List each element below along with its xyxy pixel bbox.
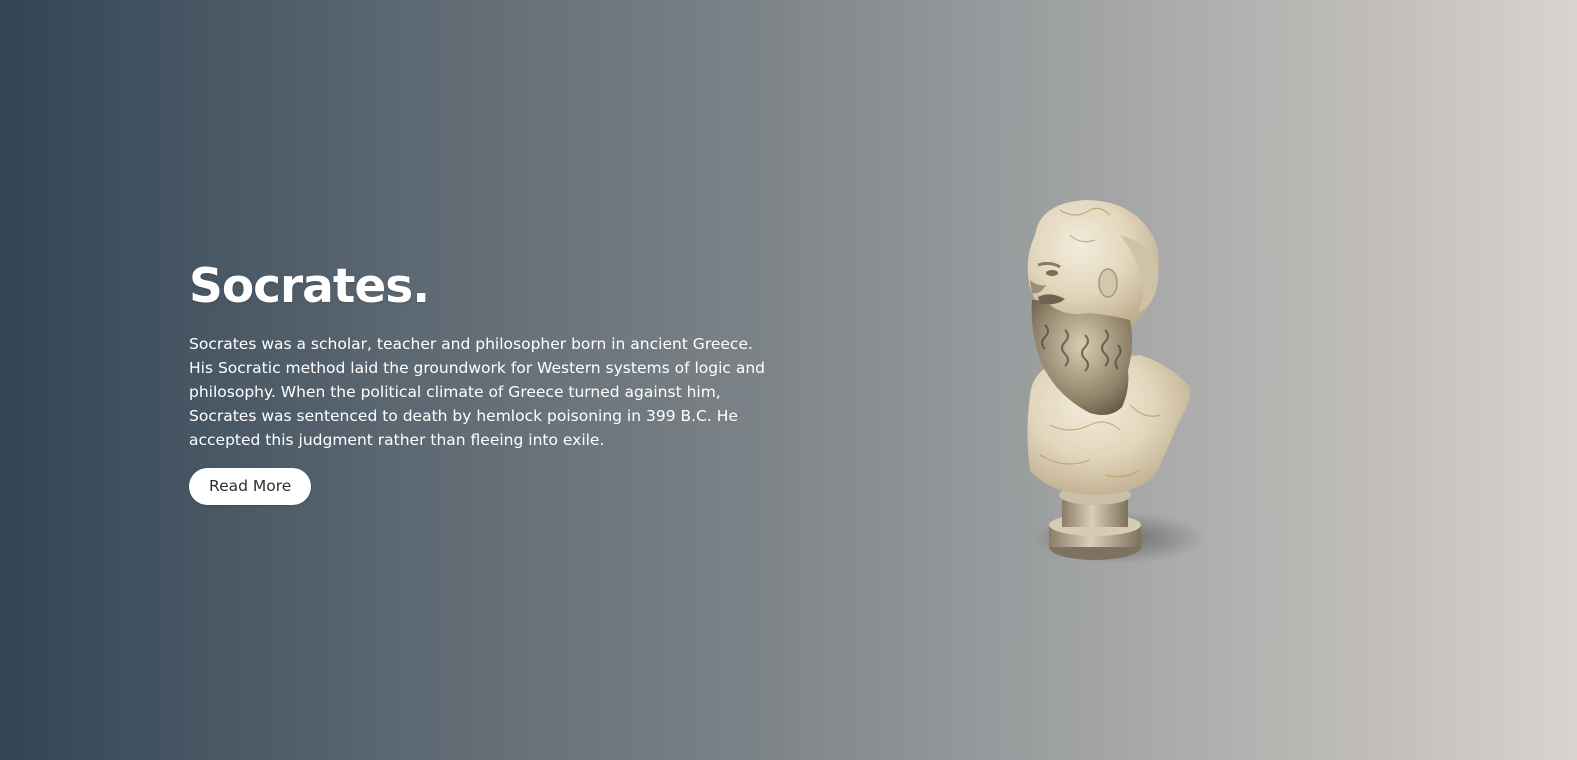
- read-more-button[interactable]: Read More: [189, 468, 312, 505]
- page-title: Socrates.: [189, 259, 430, 314]
- hero-section: Socrates. Socrates was a scholar, teache…: [0, 0, 1577, 760]
- hero-description: Socrates was a scholar, teacher and phil…: [189, 335, 765, 449]
- marble-bust-image: [1027, 200, 1208, 564]
- hero-content: Socrates. Socrates was a scholar, teache…: [189, 258, 789, 505]
